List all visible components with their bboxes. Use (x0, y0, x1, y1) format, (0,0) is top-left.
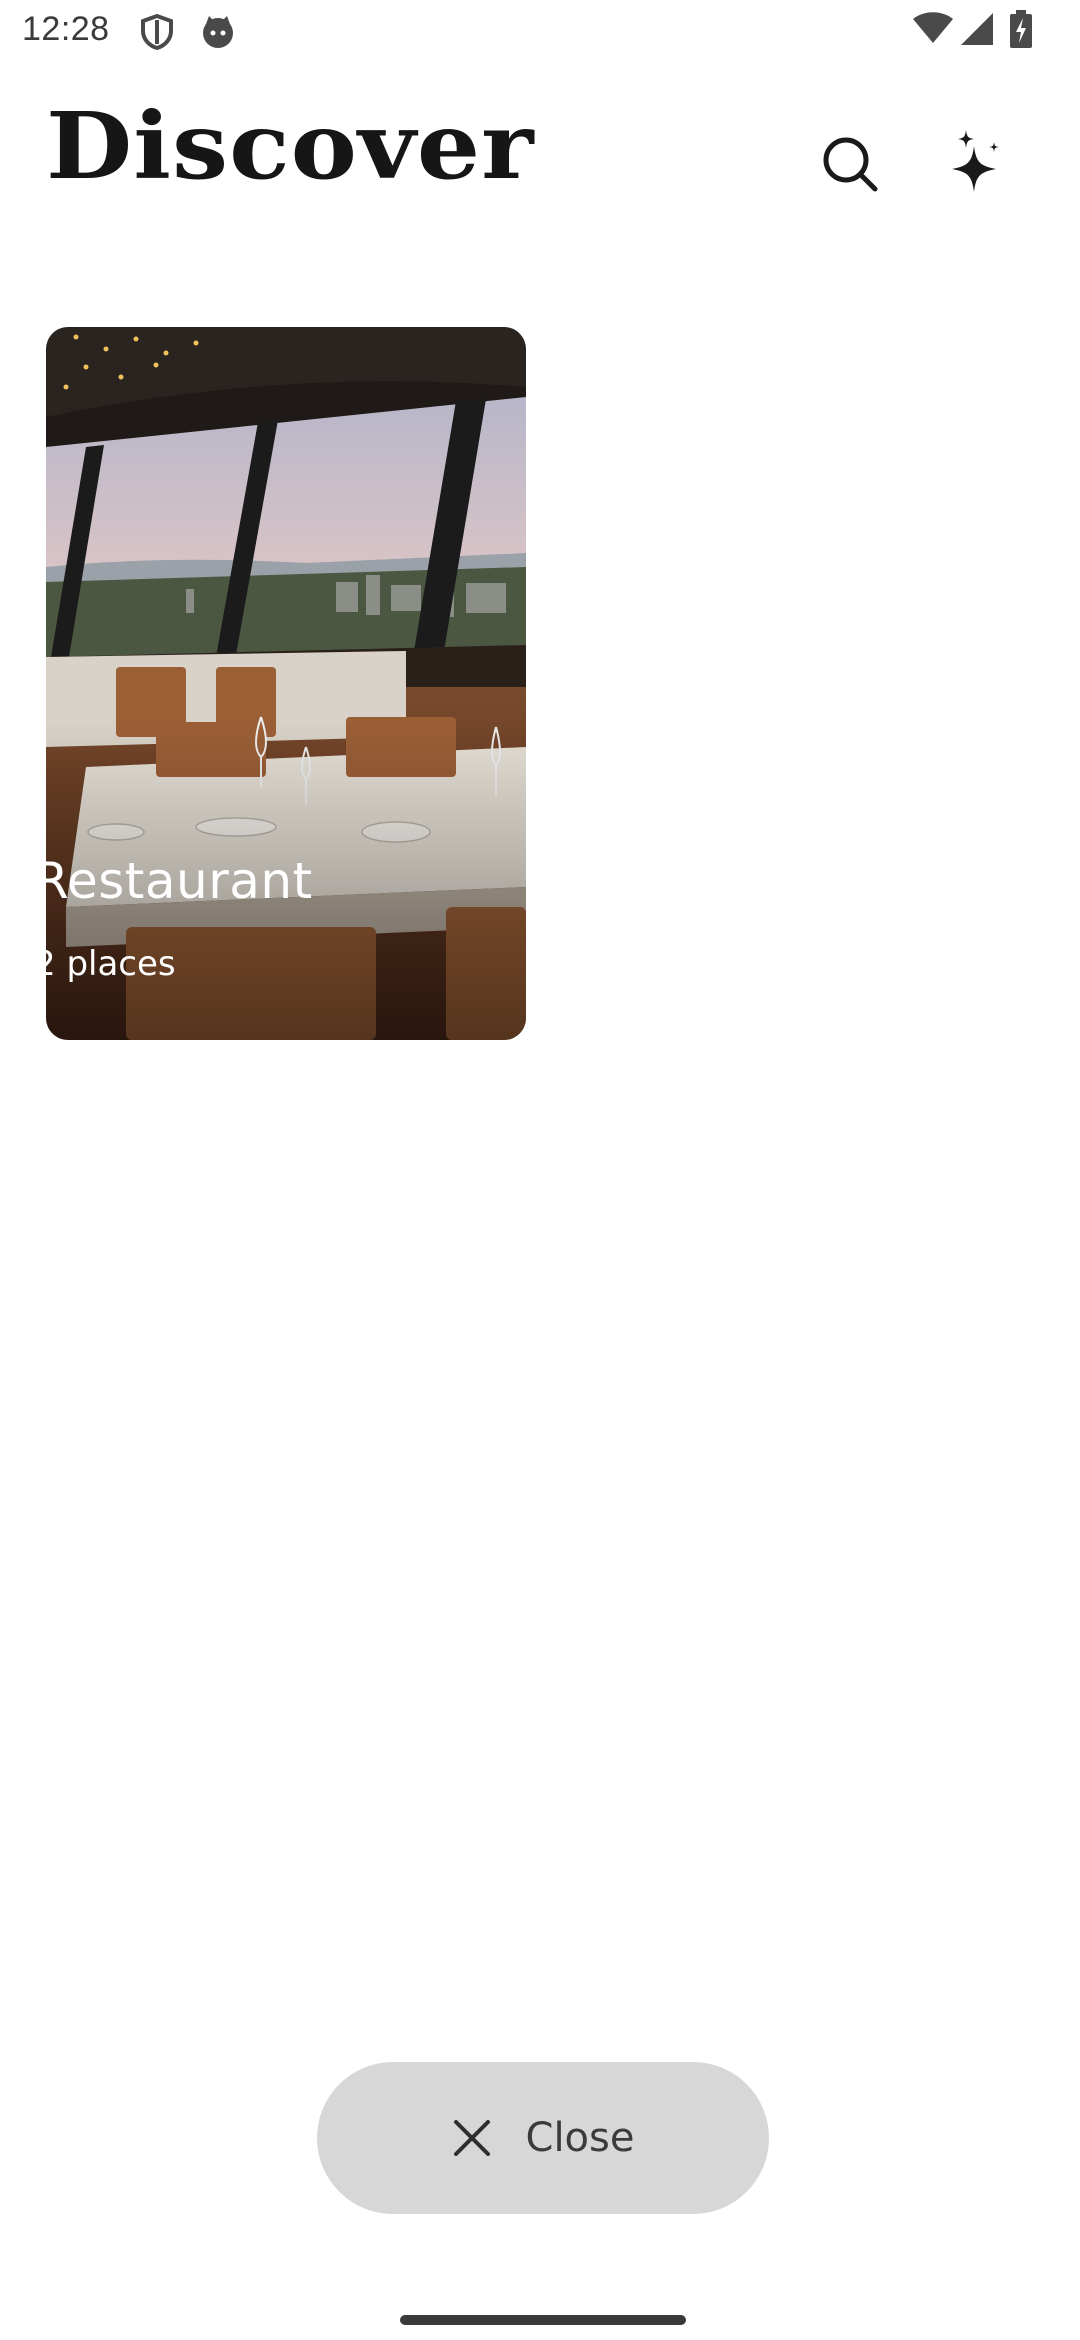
search-button[interactable] (806, 122, 894, 210)
close-button[interactable]: Close (317, 2062, 769, 2214)
cat-face-icon (200, 14, 236, 50)
ai-suggestions-button[interactable] (932, 120, 1020, 208)
search-icon (820, 134, 880, 198)
shield-icon (140, 14, 174, 50)
status-time: 12:28 (22, 10, 110, 48)
close-label: Close (525, 2115, 635, 2161)
cell-signal-icon (960, 12, 994, 46)
restaurant-dining-room-photo (46, 327, 526, 1040)
page-title: Discover (46, 92, 535, 200)
category-title: Restaurant (34, 852, 313, 910)
home-indicator[interactable] (400, 2315, 686, 2325)
category-count: 2 places (34, 944, 176, 984)
wifi-icon (912, 12, 954, 44)
category-card-restaurant[interactable] (46, 327, 526, 1040)
close-icon (452, 2118, 492, 2158)
battery-charging-icon (1010, 10, 1032, 48)
sparkles-icon (944, 128, 1008, 200)
status-bar: 12:28 (0, 0, 1080, 64)
